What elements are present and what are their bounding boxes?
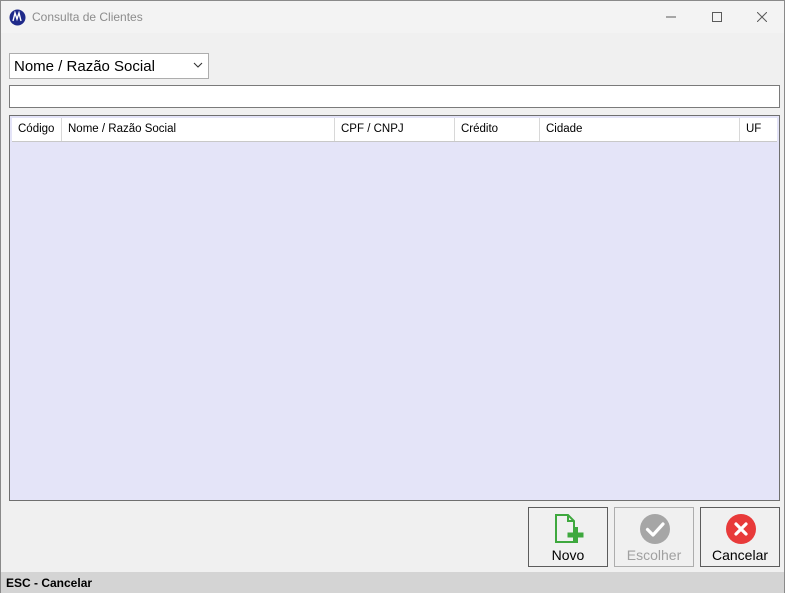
column-header-cidade[interactable]: Cidade <box>540 118 740 141</box>
x-circle-icon <box>726 514 756 544</box>
maximize-icon <box>712 12 722 22</box>
choose-button[interactable]: Escolher <box>614 507 694 567</box>
new-button-label: Novo <box>551 547 585 563</box>
search-type-value: Nome / Razão Social <box>14 58 155 75</box>
choose-button-label: Escolher <box>626 547 682 563</box>
column-header-credito[interactable]: Crédito <box>455 118 540 141</box>
column-header-codigo[interactable]: Código <box>12 118 62 141</box>
cancel-button[interactable]: Cancelar <box>700 507 780 567</box>
consulta-clientes-window: Consulta de Clientes Nome / Razão Social… <box>0 0 785 593</box>
clients-table[interactable]: Código Nome / Razão Social CPF / CNPJ Cr… <box>9 115 780 501</box>
maximize-button[interactable] <box>694 1 740 33</box>
check-circle-icon <box>640 514 670 544</box>
new-button[interactable]: Novo <box>528 507 608 567</box>
minimize-button[interactable] <box>648 1 694 33</box>
cancel-button-label: Cancelar <box>711 547 769 563</box>
close-icon <box>757 12 767 22</box>
window-title: Consulta de Clientes <box>32 10 143 24</box>
status-shortcut-hint: ESC - Cancelar <box>6 576 93 590</box>
column-header-nome[interactable]: Nome / Razão Social <box>62 118 335 141</box>
status-bar: ESC - Cancelar <box>1 572 784 593</box>
column-header-uf[interactable]: UF <box>740 118 779 141</box>
close-window-button[interactable] <box>739 1 785 33</box>
minimize-icon <box>666 16 676 18</box>
chevron-down-icon <box>193 62 203 68</box>
column-header-cpf-cnpj[interactable]: CPF / CNPJ <box>335 118 455 141</box>
table-header: Código Nome / Razão Social CPF / CNPJ Cr… <box>12 118 777 142</box>
search-input[interactable] <box>9 85 780 108</box>
app-logo-icon <box>9 9 26 26</box>
new-document-plus-icon <box>555 514 584 543</box>
search-type-select[interactable]: Nome / Razão Social <box>9 53 209 79</box>
title-bar[interactable]: Consulta de Clientes <box>1 1 784 33</box>
